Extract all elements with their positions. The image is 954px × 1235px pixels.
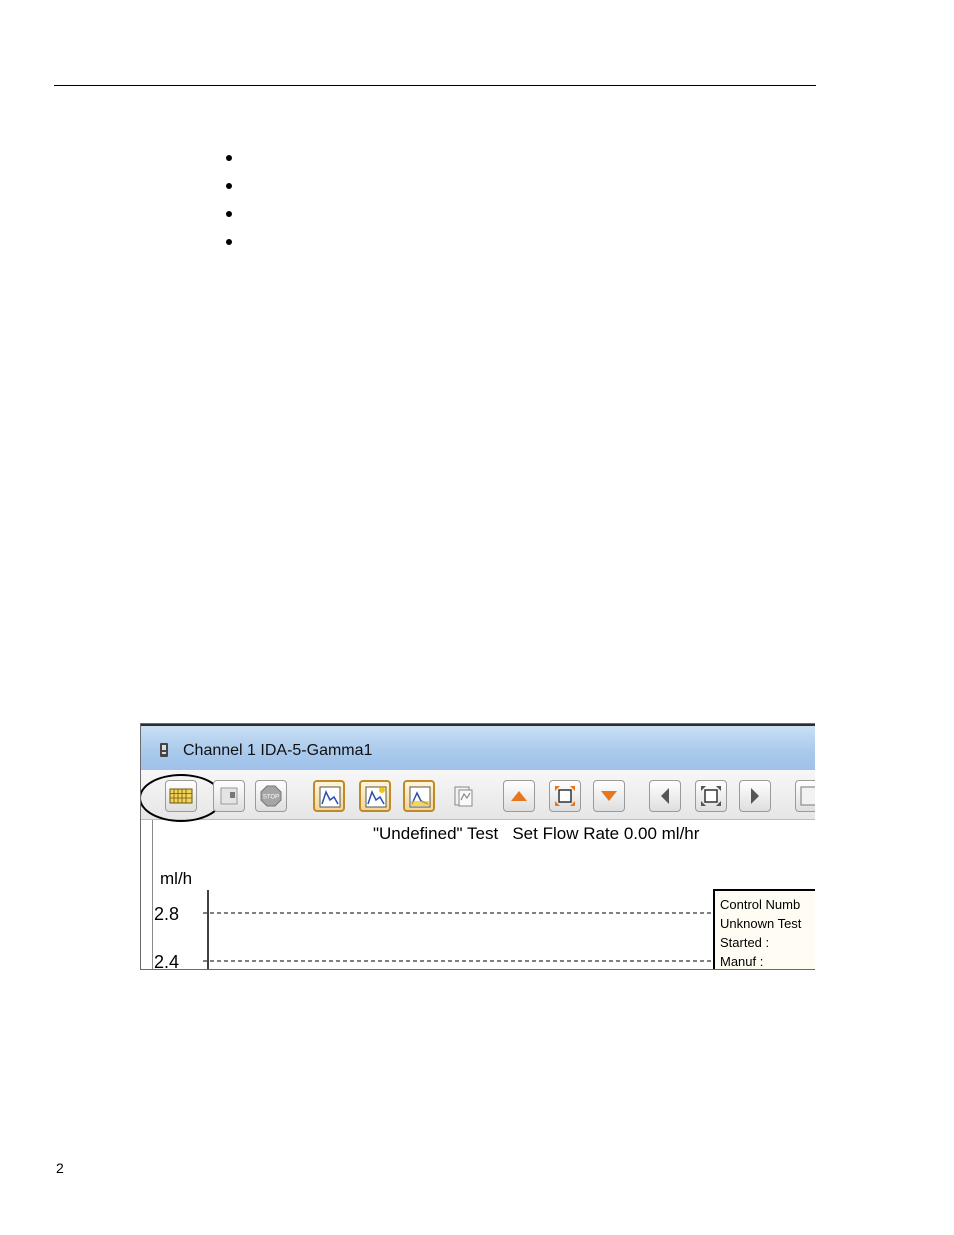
stop-label: STOP bbox=[263, 795, 279, 801]
bullet-icon bbox=[226, 155, 232, 161]
zoom-fit-horizontal-button[interactable] bbox=[695, 780, 727, 812]
test-info-box: Control Numb Unknown Test Started : Manu… bbox=[713, 889, 815, 969]
stop-button[interactable]: STOP bbox=[255, 780, 287, 812]
graph-recent-button[interactable] bbox=[403, 780, 435, 812]
app-icon bbox=[160, 743, 168, 757]
export-button[interactable] bbox=[795, 780, 815, 812]
keyboard-button[interactable] bbox=[165, 780, 197, 812]
arrow-right-icon bbox=[751, 788, 759, 804]
info-line: Control Numb bbox=[720, 897, 801, 912]
report-button[interactable] bbox=[447, 780, 479, 812]
zoom-fit-vertical-button[interactable] bbox=[549, 780, 581, 812]
bullet-icon bbox=[226, 183, 232, 189]
graph-new-icon bbox=[365, 786, 387, 808]
page-number: 2 bbox=[56, 1160, 64, 1176]
arrow-right-button[interactable] bbox=[739, 780, 771, 812]
graph-icon bbox=[319, 786, 341, 808]
info-line: Unknown Test bbox=[720, 916, 802, 931]
info-line: Started : bbox=[720, 935, 770, 950]
graph-recent-icon bbox=[409, 786, 431, 808]
info-line: Manuf : bbox=[720, 954, 764, 969]
arrow-down-button[interactable] bbox=[593, 780, 625, 812]
zoom-fit-vertical-icon bbox=[555, 786, 575, 806]
graph-button[interactable] bbox=[313, 780, 345, 812]
arrow-up-button[interactable] bbox=[503, 780, 535, 812]
report-icon bbox=[454, 786, 473, 807]
arrow-up-icon bbox=[511, 791, 527, 801]
y-tick-label: 2.4 bbox=[154, 952, 179, 970]
toolbar: STOP bbox=[141, 770, 815, 822]
bullet-icon bbox=[226, 211, 232, 217]
top-rule bbox=[54, 85, 816, 86]
y-tick-label: 2.8 bbox=[154, 904, 179, 924]
window-title: Channel 1 IDA-5-Gamma1 bbox=[183, 742, 373, 759]
graph-new-button[interactable] bbox=[359, 780, 391, 812]
window-titlebar: Channel 1 IDA-5-Gamma1 bbox=[141, 724, 815, 770]
arrow-left-button[interactable] bbox=[649, 780, 681, 812]
bullet-icon bbox=[226, 239, 232, 245]
keyboard-icon bbox=[169, 788, 193, 804]
arrow-left-icon bbox=[661, 788, 669, 804]
record-icon bbox=[220, 787, 238, 805]
record-button[interactable] bbox=[213, 780, 245, 812]
export-icon bbox=[800, 786, 815, 806]
zoom-fit-horizontal-icon bbox=[701, 786, 721, 806]
stop-icon: STOP bbox=[260, 785, 282, 807]
arrow-down-icon bbox=[601, 791, 617, 801]
application-screenshot: Channel 1 IDA-5-Gamma1 STOP "Undefined" … bbox=[140, 723, 815, 970]
